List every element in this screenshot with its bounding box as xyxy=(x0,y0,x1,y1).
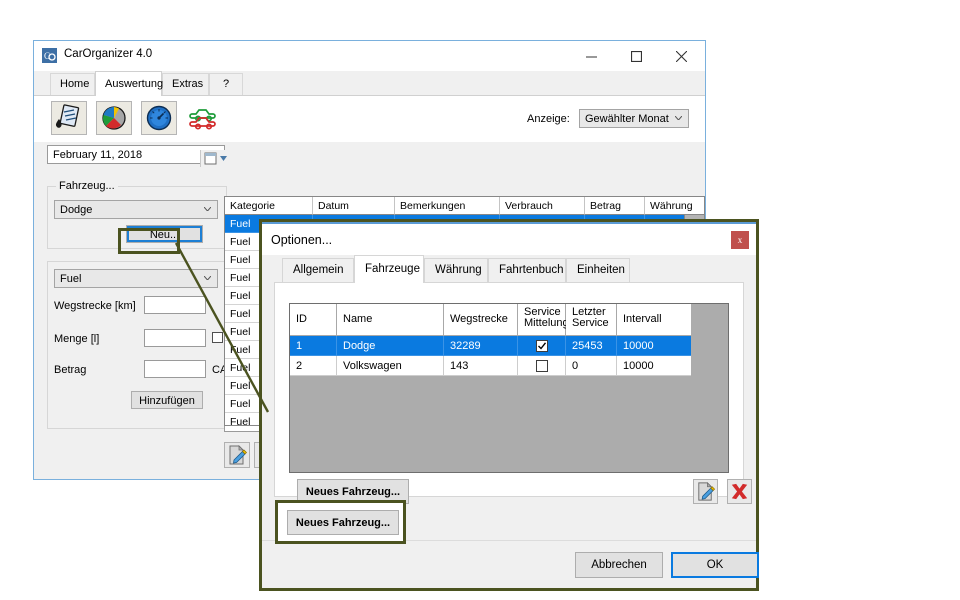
vehicle-row[interactable]: 2Volkswagen143 010000 xyxy=(290,356,728,376)
tab-allgemein[interactable]: Allgemein xyxy=(282,258,354,282)
window-title: CarOrganizer 4.0 xyxy=(64,48,152,60)
grid-col-betrag[interactable]: Betrag xyxy=(585,197,645,215)
vh-service-mittelung[interactable]: Service Mittelung xyxy=(518,304,566,336)
grid-col-bemerkungen[interactable]: Bemerkungen xyxy=(395,197,500,215)
grid-col-verbrauch[interactable]: Verbrauch xyxy=(500,197,585,215)
grid-col-waehrung[interactable]: Währung xyxy=(645,197,705,215)
ribbon-toolbar: Anzeige: Gewählter Monat xyxy=(34,95,705,144)
display-filter-label: Anzeige: xyxy=(527,113,570,125)
close-icon[interactable] xyxy=(660,41,705,70)
vehicle-select[interactable]: Dodge xyxy=(54,200,218,219)
vh-wegstrecke[interactable]: Wegstrecke xyxy=(444,304,518,336)
edit-vehicle-icon[interactable] xyxy=(693,479,718,504)
gauge-icon[interactable] xyxy=(141,101,177,135)
vehicles-table[interactable]: ID Name Wegstrecke Service Mittelung Let… xyxy=(289,303,729,473)
service-average-cell[interactable] xyxy=(518,356,566,376)
dialog-title: Optionen... xyxy=(271,233,332,247)
vh-id[interactable]: ID xyxy=(290,304,337,336)
vehicle-cell: 2 xyxy=(290,356,337,376)
vehicle-cell: 1 xyxy=(290,336,337,356)
cost-label: Betrag xyxy=(54,364,86,376)
fuel-report-icon[interactable] xyxy=(51,101,87,135)
dialog-tab-strip: Allgemein Fahrzeuge Währung Fahrtenbuch … xyxy=(282,255,756,282)
ribbon-tab-strip: Home Auswertung Extras ? xyxy=(34,71,705,95)
vehicle-cell: Dodge xyxy=(337,336,444,356)
dialog-footer: Abbrechen OK xyxy=(262,540,756,588)
tab-home[interactable]: Home xyxy=(50,73,95,95)
window-titlebar: C CarOrganizer 4.0 xyxy=(34,41,705,71)
service-average-checkbox[interactable] xyxy=(536,340,548,352)
dialog-titlebar: Optionen... x xyxy=(262,222,756,255)
vh-intervall[interactable]: Intervall xyxy=(617,304,691,336)
vehicle-cell: 25453 xyxy=(566,336,617,356)
tab-waehrung[interactable]: Währung xyxy=(424,258,488,282)
amount-input[interactable] xyxy=(144,329,206,347)
vehicle-cell: Volkswagen xyxy=(337,356,444,376)
annotation-neu-button xyxy=(118,228,180,254)
cancel-button[interactable]: Abbrechen xyxy=(575,552,663,578)
grid-col-kategorie[interactable]: Kategorie xyxy=(225,197,313,215)
grid-header-row: Kategorie Datum Bemerkungen Verbrauch Be… xyxy=(225,197,704,215)
service-average-checkbox[interactable] xyxy=(536,360,548,372)
add-entry-button[interactable]: Hinzufügen xyxy=(131,391,203,409)
category-select-value: Fuel xyxy=(60,273,81,285)
cost-input[interactable] xyxy=(144,360,206,378)
service-average-cell[interactable] xyxy=(518,336,566,356)
grid-col-datum[interactable]: Datum xyxy=(313,197,395,215)
annotation-neues-fahrzeug: Neues Fahrzeug... xyxy=(275,500,406,544)
pie-chart-icon[interactable] xyxy=(96,101,132,135)
chevron-down-icon xyxy=(675,116,682,120)
dialog-tab-page: ID Name Wegstrecke Service Mittelung Let… xyxy=(274,282,744,497)
tab-extras[interactable]: Extras xyxy=(162,73,209,95)
screenshot-root: C CarOrganizer 4.0 Home Auswertung Extra… xyxy=(0,0,960,600)
car-app-icon: C xyxy=(42,48,57,63)
delete-vehicle-icon[interactable] xyxy=(727,479,752,504)
amount-label: Menge [l] xyxy=(54,333,99,345)
vh-letzter-service[interactable]: Letzter Service xyxy=(566,304,617,336)
vehicle-compare-icon[interactable] xyxy=(186,101,222,135)
date-picker-input[interactable]: February 11, 2018 xyxy=(47,145,225,164)
vehicle-cell: 10000 xyxy=(617,356,691,376)
tab-help[interactable]: ? xyxy=(209,73,243,95)
date-picker-value: February 11, 2018 xyxy=(53,149,142,161)
vehicle-select-value: Dodge xyxy=(60,204,92,216)
tab-fahrtenbuch[interactable]: Fahrtenbuch xyxy=(488,258,566,282)
chevron-down-icon xyxy=(204,276,211,280)
calendar-dropdown-icon[interactable] xyxy=(200,150,239,167)
distance-label: Wegstrecke [km] xyxy=(54,300,136,312)
minimize-icon[interactable] xyxy=(570,41,615,70)
dialog-close-icon[interactable]: x xyxy=(731,231,749,249)
ok-button[interactable]: OK xyxy=(671,552,759,578)
vehicle-cell: 32289 xyxy=(444,336,518,356)
new-vehicle-dialog-button-highlighted[interactable]: Neues Fahrzeug... xyxy=(287,510,399,535)
vh-last-line2: Service xyxy=(572,318,616,329)
tab-auswertung[interactable]: Auswertung xyxy=(95,71,162,96)
display-filter-select[interactable]: Gewählter Monat xyxy=(579,109,689,128)
tab-einheiten[interactable]: Einheiten xyxy=(566,258,630,282)
edit-entry-icon[interactable] xyxy=(224,442,250,468)
display-filter-value: Gewählter Monat xyxy=(585,113,669,125)
vehicle-cell: 143 xyxy=(444,356,518,376)
vehicle-row[interactable]: 1Dodge32289 2545310000 xyxy=(290,336,728,356)
distance-input[interactable] xyxy=(144,296,206,314)
maximize-icon[interactable] xyxy=(615,41,660,70)
tab-fahrzeuge[interactable]: Fahrzeuge xyxy=(354,255,424,283)
vehicle-cell: 0 xyxy=(566,356,617,376)
chevron-down-icon xyxy=(204,207,211,211)
category-select[interactable]: Fuel xyxy=(54,269,218,288)
vehicle-groupbox-label: Fahrzeug... xyxy=(56,180,118,192)
full-tank-checkbox[interactable] xyxy=(212,332,223,343)
vehicle-cell: 10000 xyxy=(617,336,691,356)
vh-service-line2: Mittelung xyxy=(524,318,565,329)
vh-name[interactable]: Name xyxy=(337,304,444,336)
